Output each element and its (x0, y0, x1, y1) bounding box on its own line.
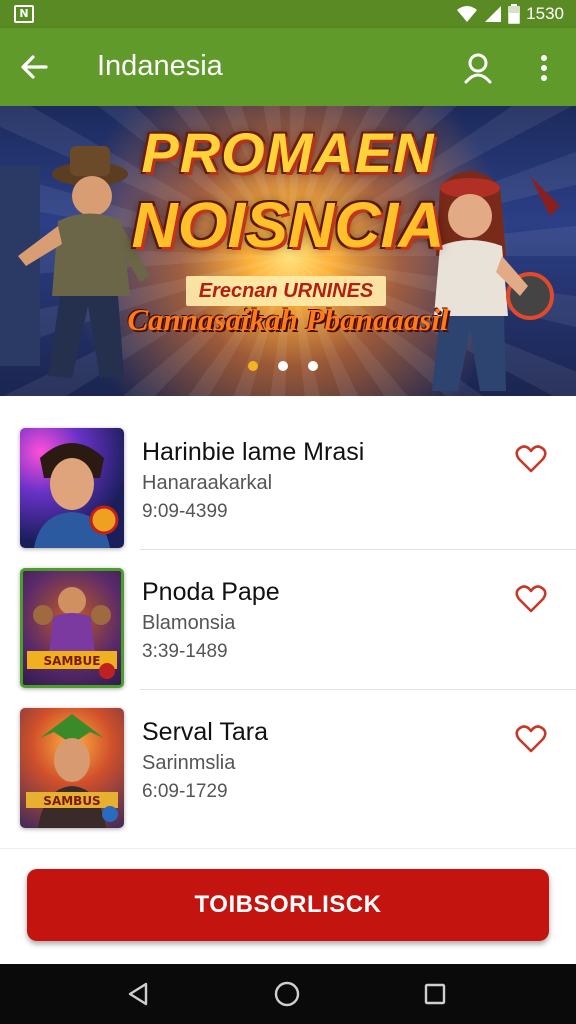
game-title: Pnoda Pape (142, 578, 280, 606)
system-nav-bar (0, 964, 576, 1024)
svg-text:SAMBUS: SAMBUS (43, 794, 100, 808)
game-thumbnail: SAMBUE (20, 568, 124, 688)
favorite-button[interactable] (512, 720, 550, 758)
back-button[interactable] (14, 47, 54, 87)
battery-icon (508, 4, 521, 24)
game-meta: 9:09-4399 (142, 501, 228, 522)
game-title: Serval Tara (142, 718, 268, 746)
arrow-left-icon (21, 55, 48, 79)
bottom-action-bar: TOIBSORLISCK (0, 848, 576, 964)
more-vert-icon (541, 55, 547, 81)
app-bar: Indanesia (0, 28, 576, 106)
nav-recents-square-icon (424, 983, 446, 1005)
heart-outline-icon (515, 725, 547, 753)
game-thumbnail (20, 428, 124, 548)
primary-action-button[interactable]: TOIBSORLISCK (27, 869, 549, 941)
nav-home-button[interactable] (265, 976, 309, 1012)
nav-home-circle-icon (274, 981, 300, 1007)
game-meta: 6:09-1729 (142, 781, 228, 802)
list-item[interactable]: Harinbie lame Mrasi Hanaraakarkal 9:09-4… (0, 410, 576, 550)
game-art-group: SAMBUE (27, 587, 117, 679)
heart-outline-icon (515, 585, 547, 613)
game-subtitle: Hanaraakarkal (142, 472, 273, 494)
wifi-icon (457, 6, 478, 22)
page-title: Indanesia (97, 50, 223, 82)
game-thumbnail: SAMBUS (20, 708, 124, 828)
banner-headline-line2: NOISNCIA (131, 189, 445, 261)
carousel-dot[interactable] (278, 361, 288, 371)
game-art-warrior: SAMBUS (26, 714, 118, 828)
game-list: Harinbie lame Mrasi Hanaraakarkal 9:09-4… (0, 410, 576, 830)
game-subtitle: Sarinmslia (142, 752, 236, 774)
app-screen: N 1530 Indanesia PROMAEN NOISNCIA Erecna… (0, 0, 576, 1024)
heart-outline-icon (515, 445, 547, 473)
status-bar: N 1530 (0, 0, 576, 28)
banner-headline-line1: PROMAEN (141, 121, 435, 184)
app-notification-icon: N (14, 5, 34, 23)
promo-banner[interactable]: PROMAEN NOISNCIA Erecnan URNINES Cannasa… (0, 106, 576, 396)
game-title: Harinbie lame Mrasi (142, 438, 365, 466)
more-options-button[interactable] (524, 46, 564, 90)
status-time: 1530 (526, 4, 564, 23)
nav-back-button[interactable] (116, 976, 160, 1012)
status-icons: 1530 (456, 0, 564, 28)
cell-signal-icon (485, 6, 502, 22)
nav-back-triangle-icon (128, 982, 148, 1006)
list-item[interactable]: SAMBUE Pnoda Pape Blamonsia 3:39-1489 (0, 550, 576, 690)
carousel-dot-active[interactable] (248, 361, 258, 371)
game-art-portrait (34, 443, 119, 548)
favorite-button[interactable] (512, 580, 550, 618)
svg-text:SAMBUE: SAMBUE (44, 654, 101, 668)
game-meta: 3:39-1489 (142, 641, 228, 662)
banner-subtitle-line2: Cannasaikah Pbanaaasil (127, 302, 449, 337)
list-item[interactable]: SAMBUS Serval Tara Sarinmslia 6:09-1729 (0, 690, 576, 830)
search-button[interactable] (456, 46, 500, 90)
nav-recents-button[interactable] (413, 976, 457, 1012)
favorite-button[interactable] (512, 440, 550, 478)
search-icon (464, 53, 492, 84)
carousel-dot[interactable] (308, 361, 318, 371)
game-subtitle: Blamonsia (142, 612, 236, 634)
carousel-indicator[interactable] (248, 361, 318, 371)
